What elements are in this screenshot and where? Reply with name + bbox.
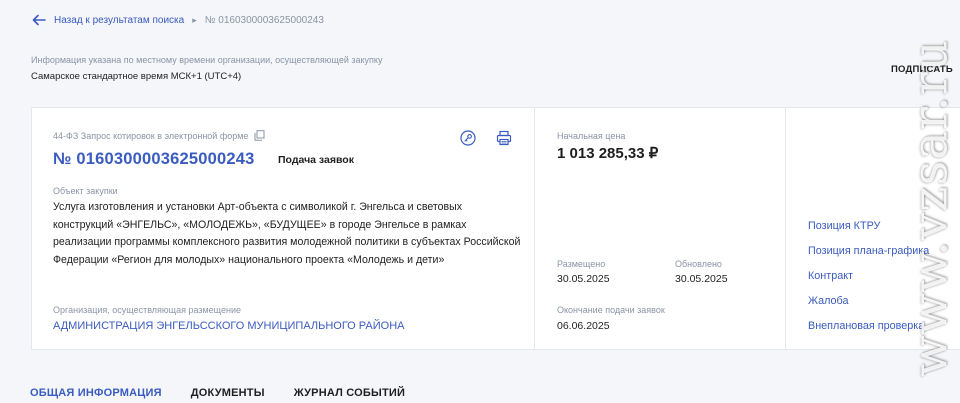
timezone-note: Информация указана по местному времени о…: [31, 55, 383, 65]
breadcrumb: Назад к результатам поиска ▸ № 016030000…: [32, 13, 324, 27]
back-to-results-link[interactable]: Назад к результатам поиска: [54, 15, 184, 26]
tab-bar: ОБЩАЯ ИНФОРМАЦИЯ ДОКУМЕНТЫ ЖУРНАЛ СОБЫТИ…: [30, 387, 405, 399]
electronic-signature-icon[interactable]: [460, 130, 476, 146]
organization-label: Организация, осуществляющая размещение: [53, 305, 241, 315]
copy-icon[interactable]: [254, 130, 265, 141]
law-type: 44-ФЗ Запрос котировок в электронной фор…: [53, 130, 249, 141]
procurement-number-link[interactable]: № 0160300003625000243: [53, 150, 255, 169]
procurement-card: 44-ФЗ Запрос котировок в электронной фор…: [31, 107, 960, 350]
tab-general-info[interactable]: ОБЩАЯ ИНФОРМАЦИЯ: [30, 387, 162, 399]
link-unscheduled-inspection[interactable]: Внеплановая проверка: [808, 320, 929, 333]
timezone-value: Самарское стандартное время МСК+1 (UTC+4…: [31, 71, 242, 82]
arrow-left-icon[interactable]: [32, 13, 46, 27]
submission-end-label: Окончание подачи заявок: [557, 305, 665, 315]
breadcrumb-current: № 0160300003625000243: [204, 14, 324, 26]
object-label: Объект закупки: [53, 186, 118, 196]
initial-price-label: Начальная цена: [557, 131, 626, 141]
breadcrumb-separator: ▸: [192, 14, 197, 25]
related-links: Позиция КТРУ Позиция плана-графика Контр…: [808, 220, 929, 333]
pricing-column: Начальная цена 1 013 285,33 ₽ Размещено …: [535, 108, 786, 349]
print-icon[interactable]: [496, 130, 512, 146]
object-description: Услуга изготовления и установки Арт-объе…: [53, 201, 521, 267]
tab-event-log[interactable]: ЖУРНАЛ СОБЫТИЙ: [294, 387, 405, 399]
procurement-main-column: 44-ФЗ Запрос котировок в электронной фор…: [32, 108, 535, 349]
submission-end-date: 06.06.2025: [557, 320, 610, 332]
updated-label: Обновлено: [675, 259, 722, 269]
procurement-stage: Подача заявок: [278, 154, 354, 166]
placed-date: 30.05.2025: [557, 273, 610, 285]
link-plan-schedule-position[interactable]: Позиция плана-графика: [808, 245, 929, 258]
subscribe-button[interactable]: ПОДПИСАТЬ: [891, 64, 953, 75]
link-ktru-position[interactable]: Позиция КТРУ: [808, 220, 929, 233]
law-type-row: 44-ФЗ Запрос котировок в электронной фор…: [53, 130, 265, 141]
organization-link[interactable]: АДМИНИСТРАЦИЯ ЭНГЕЛЬССКОГО МУНИЦИПАЛЬНОГ…: [53, 320, 404, 332]
placed-label: Размещено: [557, 259, 606, 269]
link-complaint[interactable]: Жалоба: [808, 295, 929, 308]
related-links-column: Позиция КТРУ Позиция плана-графика Контр…: [786, 108, 960, 349]
link-contract[interactable]: Контракт: [808, 270, 929, 283]
initial-price: 1 013 285,33 ₽: [557, 145, 659, 162]
updated-date: 30.05.2025: [675, 273, 728, 285]
tab-documents[interactable]: ДОКУМЕНТЫ: [191, 387, 265, 399]
